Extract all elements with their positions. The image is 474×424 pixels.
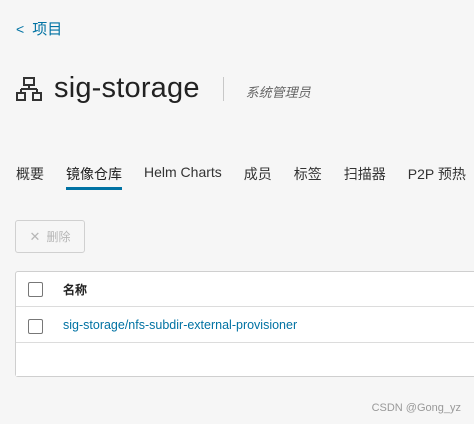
project-hierarchy-icon [16, 76, 42, 101]
tab-members[interactable]: 成员 [244, 164, 272, 190]
column-header-name[interactable]: 名称 [63, 281, 87, 298]
table-header: 名称 [16, 272, 474, 307]
project-tabs: 概要 镜像仓库 Helm Charts 成员 标签 扫描器 P2P 预热 [16, 164, 474, 190]
delete-button[interactable]: ✕ 删除 [15, 220, 85, 253]
project-header: sig-storage 系统管理员 [16, 72, 311, 105]
tab-scanner[interactable]: 扫描器 [344, 164, 386, 190]
back-to-projects-link[interactable]: < 项目 [16, 18, 62, 39]
page-title: sig-storage [54, 72, 200, 104]
close-icon: ✕ [29, 228, 41, 244]
row-checkbox[interactable] [28, 319, 43, 334]
back-link-label: 项目 [32, 21, 63, 38]
delete-button-label: 删除 [46, 230, 71, 244]
select-all-checkbox[interactable] [28, 281, 43, 297]
title-divider [222, 76, 224, 101]
project-role: 系统管理员 [245, 85, 311, 100]
tab-repositories[interactable]: 镜像仓库 [66, 164, 122, 190]
repository-table: 名称 sig-storage/nfs-subdir-external-provi… [15, 271, 474, 377]
watermark: CSDN @Gong_yz [371, 402, 461, 414]
tab-summary[interactable]: 概要 [16, 164, 44, 190]
chevron-left-icon: < [16, 20, 25, 37]
tab-p2p-preheat[interactable]: P2P 预热 [408, 164, 466, 190]
tab-helm-charts[interactable]: Helm Charts [144, 164, 222, 190]
table-row: sig-storage/nfs-subdir-external-provisio… [16, 307, 474, 343]
tab-labels[interactable]: 标签 [294, 164, 322, 190]
page: < 项目 sig-storage 系统管理员 概要 镜像仓库 Helm Char… [0, 0, 474, 424]
repository-name-link[interactable]: sig-storage/nfs-subdir-external-provisio… [63, 318, 297, 332]
table-footer [16, 343, 474, 376]
